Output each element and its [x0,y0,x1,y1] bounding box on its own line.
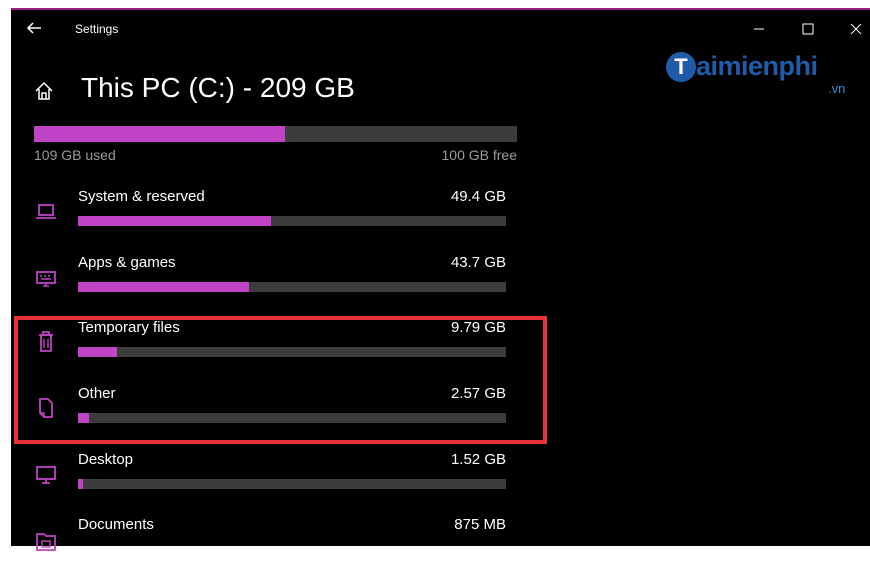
category-usage-bar [78,479,506,489]
title-bar: Settings [11,10,870,46]
close-button[interactable] [846,19,866,39]
category-size: 43.7 GB [450,254,506,271]
category-documents[interactable]: Documents 875 MB [11,516,531,576]
logo-text: aimienphi [696,51,818,81]
category-size: 1.52 GB [450,451,506,468]
storage-usage-fill [34,126,286,142]
category-size: 49.4 GB [450,188,506,205]
category-size: 875 MB [454,516,506,533]
category-usage-fill [78,479,84,489]
category-desktop[interactable]: Desktop 1.52 GB [11,451,531,511]
category-name: Desktop [78,451,134,468]
category-name: Documents [78,516,154,533]
category-system-reserved[interactable]: System & reserved 49.4 GB [11,188,531,248]
category-usage-bar [78,216,506,226]
category-usage-bar [78,282,506,292]
keyboard-icon [34,264,58,290]
back-arrow-icon [26,22,41,34]
watermark-logo: T aimienphi .vn [666,50,866,100]
storage-usage-bar [34,126,517,142]
monitor-icon [34,461,58,487]
minimize-icon [754,28,764,30]
maximize-icon [802,23,814,35]
window-title: Settings [75,22,119,36]
laptop-icon [34,198,58,224]
minimize-button[interactable] [749,19,769,39]
category-usage-fill [78,282,250,292]
logo-badge: T [666,52,696,82]
category-apps-games[interactable]: Apps & games 43.7 GB [11,254,531,314]
category-name: Apps & games [78,254,176,271]
category-usage-fill [78,216,271,226]
folder-icon [34,526,58,552]
logo-tld: .vn [828,81,846,96]
close-icon [850,23,862,35]
back-button[interactable] [23,18,45,38]
category-name: System & reserved [78,188,205,205]
settings-window: Settings T aimienphi .vn This PC (C:) - … [11,8,870,551]
home-icon[interactable] [33,80,55,102]
free-space-label: 100 GB free [441,147,518,163]
maximize-button[interactable] [798,19,818,39]
highlight-box [14,316,547,444]
used-space-label: 109 GB used [34,147,116,163]
page-title: This PC (C:) - 209 GB [81,72,355,103]
